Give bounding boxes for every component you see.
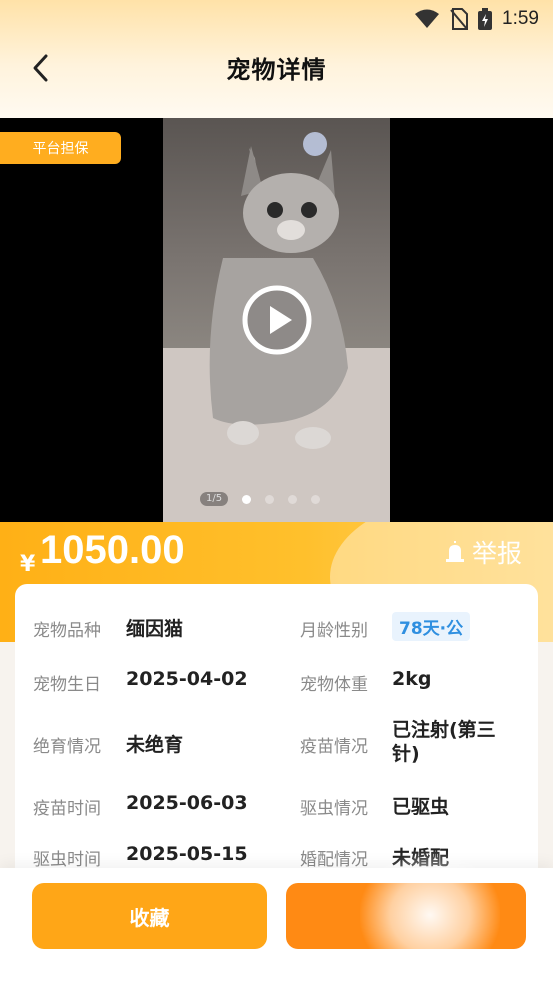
detail-label: 疫苗时间 xyxy=(33,799,101,819)
status-bar: 1:59 xyxy=(414,6,539,32)
detail-value: 2025-04-02 xyxy=(126,668,248,690)
detail-value: 未绝育 xyxy=(126,734,184,756)
play-icon[interactable] xyxy=(241,284,313,356)
purchase-button[interactable] xyxy=(286,883,526,949)
detail-label: 月龄性别 xyxy=(300,621,368,641)
pet-details-card: 宠物品种 缅因猫 月龄性别 78天·公 宠物生日 2025-04-02 宠物体重… xyxy=(15,584,538,884)
carousel-pager: 1/5 xyxy=(200,492,321,506)
pager-dot[interactable] xyxy=(288,494,298,504)
pager-dot[interactable] xyxy=(265,494,275,504)
detail-value: 未婚配 xyxy=(392,847,450,869)
detail-label: 驱虫时间 xyxy=(33,850,101,870)
page-title: 宠物详情 xyxy=(226,56,327,84)
carousel-counter: 1/5 xyxy=(200,492,229,506)
detail-value: 2025-05-15 xyxy=(126,843,248,865)
battery-charging-icon xyxy=(478,8,493,30)
detail-value: 已驱虫 xyxy=(392,796,450,818)
media-carousel[interactable]: 平台担保 1/5 xyxy=(0,118,553,522)
detail-label: 宠物体重 xyxy=(300,675,368,695)
no-sim-icon xyxy=(450,8,469,30)
platform-guarantee-badge: 平台担保 xyxy=(0,132,121,164)
header-bar: 1:59 宠物详情 xyxy=(0,0,553,118)
report-button[interactable]: 举报 xyxy=(444,534,522,570)
detail-label: 婚配情况 xyxy=(300,850,368,870)
wifi-icon xyxy=(415,9,440,28)
detail-value: 已注射(第三针) xyxy=(392,719,496,765)
pager-dot[interactable] xyxy=(311,494,321,504)
report-label: 举报 xyxy=(472,539,523,568)
currency-symbol: ¥ xyxy=(20,552,36,577)
detail-label: 驱虫情况 xyxy=(300,799,368,819)
alarm-icon xyxy=(446,541,464,562)
detail-label: 疫苗情况 xyxy=(300,737,368,757)
detail-value: 2025-06-03 xyxy=(126,792,248,814)
pager-dot[interactable] xyxy=(242,494,252,504)
detail-label: 宠物生日 xyxy=(33,675,101,695)
detail-label: 宠物品种 xyxy=(33,621,101,641)
detail-value: 2kg xyxy=(392,668,432,690)
favorite-button[interactable]: 收藏 xyxy=(32,883,267,949)
detail-label: 绝育情况 xyxy=(33,737,101,757)
status-time: 1:59 xyxy=(502,8,539,29)
detail-value: 缅因猫 xyxy=(126,618,184,640)
price-amount: 1050.00 xyxy=(40,528,185,572)
age-gender-tag: 78天·公 xyxy=(392,612,471,641)
